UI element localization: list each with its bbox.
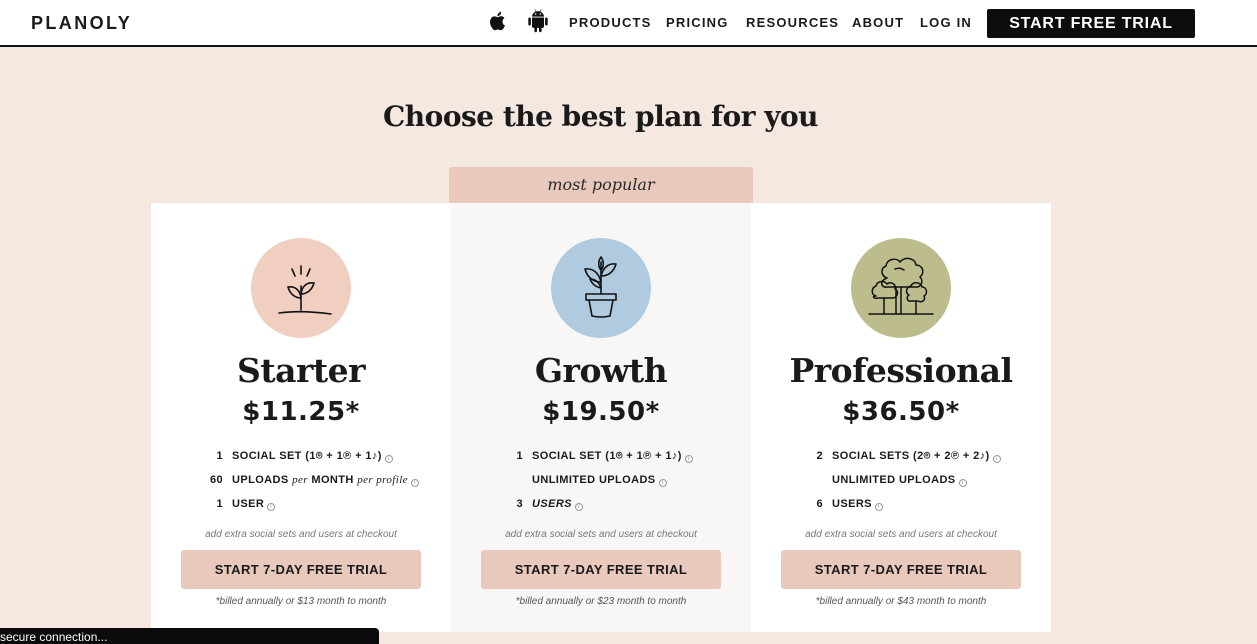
nav-pricing[interactable]: PRICING [666,15,729,30]
planoly-logo[interactable]: PLANOLY [31,13,132,34]
page-title: Choose the best plan for you [383,100,819,133]
plan-name: Professional [789,351,1013,390]
info-icon: i [658,479,667,487]
browser-status-bar: secure connection... [0,628,379,644]
billing-note: *billed annually or $43 month to month [815,596,987,607]
plan-card-growth: Growth $19.50* 1 SOCIAL SET (1⌾ + 1℗ + 1… [451,203,751,632]
info-icon: i [992,455,1001,463]
plan-name: Starter [237,351,365,390]
billing-note: *billed annually or $13 month to month [215,596,387,607]
nav-login[interactable]: LOG IN [920,15,972,30]
info-icon: i [574,503,583,511]
plan-name: Growth [534,351,668,390]
start-trial-button-growth[interactable]: START 7-DAY FREE TRIAL [481,550,721,589]
nav-about[interactable]: ABOUT [852,15,904,30]
info-icon: i [874,503,883,511]
trees-icon [851,238,951,338]
pinterest-icon: ℗ [643,450,652,462]
site-header: PLANOLY PRODUCTS PRICING RESOURCES ABOUT… [0,0,1257,47]
start-trial-button-starter[interactable]: START 7-DAY FREE TRIAL [181,550,421,589]
most-popular-tab: most popular [449,167,753,203]
sprout-icon [251,238,351,338]
instagram-icon: ⌾ [315,450,323,462]
nav-resources[interactable]: RESOURCES [746,15,839,30]
android-icon[interactable] [527,9,549,33]
extra-note: add extra social sets and users at check… [805,529,997,540]
billing-note: *billed annually or $23 month to month [515,596,687,607]
extra-note: add extra social sets and users at check… [505,529,697,540]
plan-price: $36.50* [842,397,960,427]
info-icon: i [410,479,419,487]
apple-icon[interactable] [487,9,509,33]
plan-card-starter: Starter $11.25* 1 SOCIAL SET (1⌾ + 1℗ + … [151,203,451,632]
pinterest-icon: ℗ [343,450,352,462]
nav-products[interactable]: PRODUCTS [569,15,652,30]
instagram-icon: ⌾ [923,450,931,462]
info-icon: i [958,479,967,487]
plan-price: $11.25* [242,397,360,427]
info-icon: i [267,503,276,511]
info-icon: i [684,455,693,463]
potted-plant-icon [551,238,651,338]
plan-price: $19.50* [542,397,660,427]
start-trial-button-professional[interactable]: START 7-DAY FREE TRIAL [781,550,1021,589]
extra-note: add extra social sets and users at check… [205,529,397,540]
plan-card-professional: Professional $36.50* 2 SOCIAL SETS (2⌾ +… [751,203,1051,632]
start-free-trial-button[interactable]: START FREE TRIAL [987,9,1195,38]
info-icon: i [384,455,393,463]
instagram-icon: ⌾ [615,450,623,462]
